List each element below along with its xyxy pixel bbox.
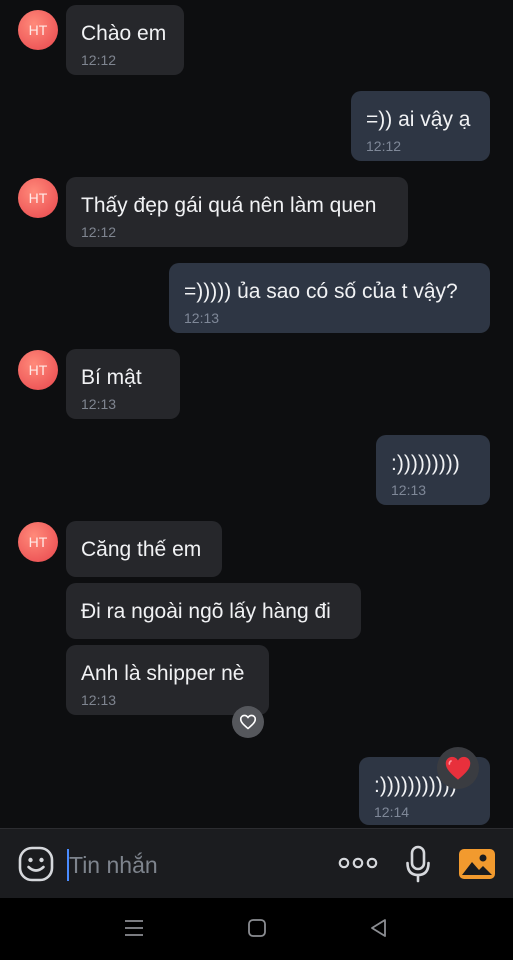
message-input[interactable] [66, 848, 299, 882]
chat-thread: HT Chào em 12:12 =)) ai vậy ạ 12:12 HT T… [0, 0, 513, 828]
smiley-sticker-icon[interactable] [18, 846, 54, 882]
message-bubble-outgoing[interactable]: =))))) ủa sao có số của t vậy? 12:13 [169, 263, 490, 333]
microphone-icon[interactable] [405, 845, 431, 883]
message-time: 12:13 [391, 482, 427, 498]
photo-gallery-icon[interactable] [458, 846, 496, 882]
message-time: 12:12 [366, 138, 402, 154]
message-text: Anh là shipper nè [81, 662, 245, 685]
message-text: Bí mật [81, 366, 142, 389]
message-text: Đi ra ngoài ngõ lấy hàng đi [81, 600, 331, 623]
message-bubble-incoming[interactable]: Anh là shipper nè 12:13 [66, 645, 269, 715]
message-bubble-outgoing[interactable]: =)) ai vậy ạ 12:12 [351, 91, 490, 161]
message-bubble-incoming[interactable]: Chào em 12:12 [66, 5, 184, 75]
message-bubble-outgoing[interactable]: :))))))))) 12:13 [376, 435, 490, 505]
message-time: 12:13 [184, 310, 220, 326]
message-text: Căng thế em [81, 538, 202, 561]
message-bubble-incoming[interactable]: Bí mật 12:13 [66, 349, 180, 419]
more-options-icon[interactable] [338, 853, 378, 873]
avatar[interactable]: HT [18, 10, 58, 50]
message-text: Chào em [81, 22, 167, 45]
message-bubble-incoming[interactable]: Đi ra ngoài ngõ lấy hàng đi [66, 583, 361, 639]
message-bubble-incoming[interactable]: Thấy đẹp gái quá nên làm quen 12:12 [66, 177, 408, 247]
message-time: 12:14 [374, 804, 410, 820]
message-bubble-incoming[interactable]: Căng thế em [66, 521, 222, 577]
home-button-icon[interactable] [247, 918, 267, 938]
avatar[interactable]: HT [18, 522, 58, 562]
red-heart-icon [445, 756, 471, 780]
like-reaction-button[interactable] [232, 706, 264, 738]
message-text: :))))))))) [391, 452, 460, 475]
recent-apps-icon[interactable] [124, 918, 144, 938]
message-composer [0, 828, 513, 899]
love-reaction-badge[interactable] [437, 747, 479, 789]
back-button-icon[interactable] [369, 918, 389, 938]
system-navigation-bar [0, 898, 513, 960]
message-text: =)) ai vậy ạ [366, 108, 471, 131]
message-time: 12:13 [81, 396, 117, 412]
message-time: 12:12 [81, 224, 117, 240]
message-time: 12:13 [81, 692, 117, 708]
message-text: =))))) ủa sao có số của t vậy? [184, 280, 458, 303]
avatar[interactable]: HT [18, 350, 58, 390]
message-text: Thấy đẹp gái quá nên làm quen [81, 194, 377, 217]
avatar[interactable]: HT [18, 178, 58, 218]
heart-outline-icon [239, 714, 257, 730]
message-time: 12:12 [81, 52, 117, 68]
